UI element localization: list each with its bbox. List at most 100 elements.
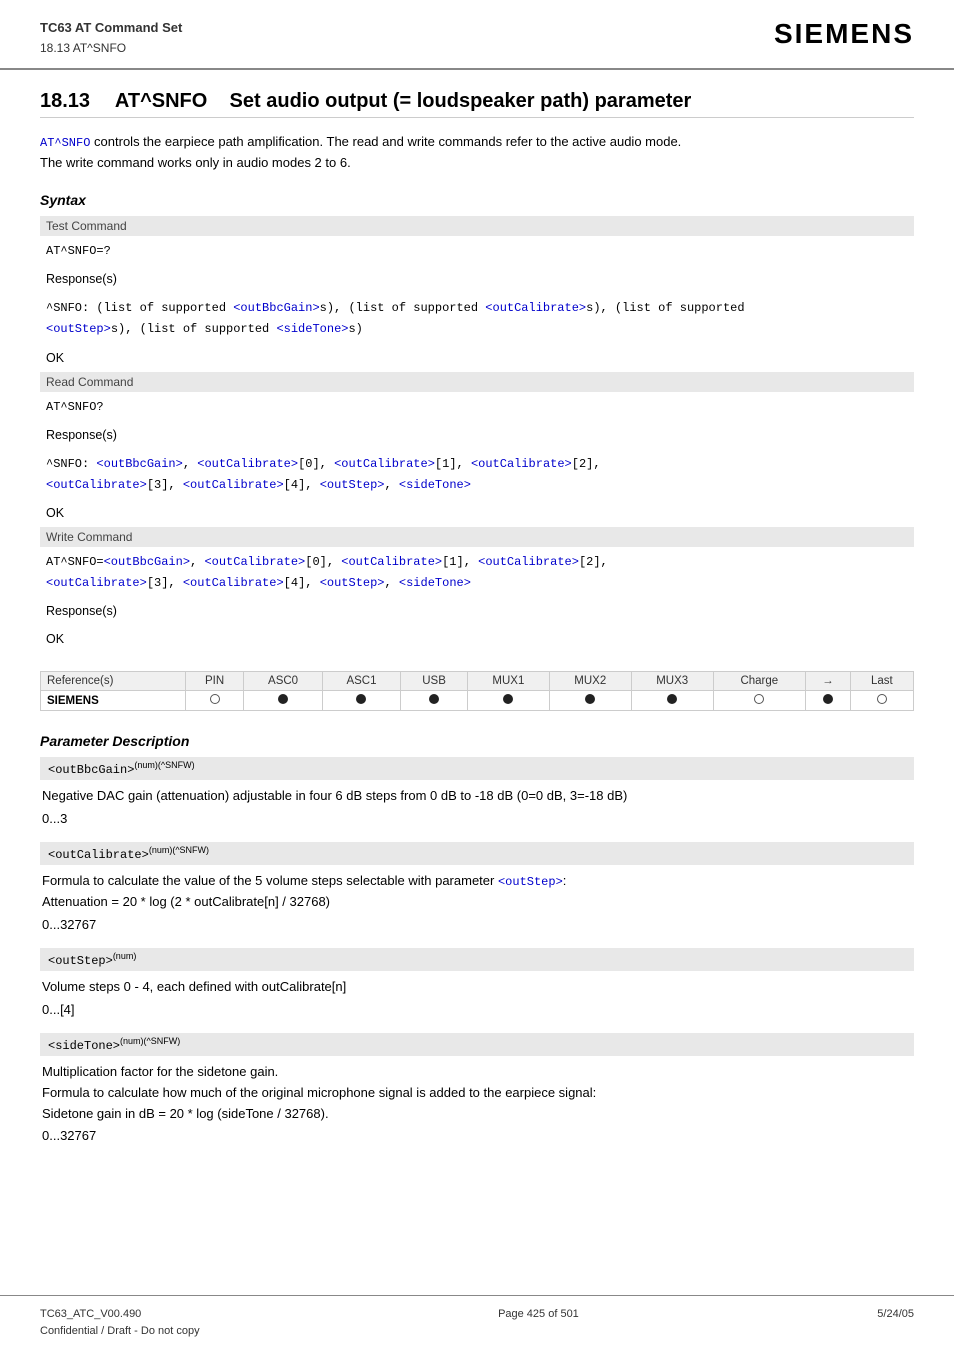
ref-header-row: Reference(s) PIN ASC0 ASC1 USB MUX1 MUX2… xyxy=(41,672,914,691)
param-outStep-label: <outStep>(num) xyxy=(40,948,914,971)
param-outBbcGain-sup: (num)(^SNFW) xyxy=(134,760,194,770)
dot-usb xyxy=(429,694,439,704)
dot-mux3 xyxy=(667,694,677,704)
write-response-label-row: Response(s) xyxy=(40,597,914,625)
command-table: Test Command AT^SNFO=? Response(s) ^SNFO… xyxy=(40,216,914,654)
test-command-label: Test Command xyxy=(40,216,914,236)
write-response-label: Response(s) xyxy=(40,597,914,625)
param-outStep-sup: (num) xyxy=(113,951,137,961)
ref-col-mux1: MUX1 xyxy=(467,672,549,691)
read-command-content: AT^SNFO? xyxy=(40,392,914,421)
ref-arrow-dot xyxy=(806,691,851,711)
write-ok-row: OK xyxy=(40,625,914,653)
main-content: 18.13 AT^SNFO Set audio output (= loudsp… xyxy=(0,70,954,1179)
header-left: TC63 AT Command Set 18.13 AT^SNFO xyxy=(40,18,182,58)
ref-mux2-dot xyxy=(549,691,631,711)
ref-col-mux3: MUX3 xyxy=(631,672,713,691)
read-ok: OK xyxy=(40,499,914,527)
syntax-heading: Syntax xyxy=(40,192,914,208)
test-command-content: AT^SNFO=? xyxy=(40,236,914,265)
dot-mux1 xyxy=(503,694,513,704)
ref-col-arrow: → xyxy=(806,672,851,691)
write-ok: OK xyxy=(40,625,914,653)
param-outCalibrate-label: <outCalibrate>(num)(^SNFW) xyxy=(40,842,914,865)
footer-confidential: Confidential / Draft - Do not copy xyxy=(40,1323,200,1341)
write-command-text: AT^SNFO=<outBbcGain>, <outCalibrate>[0],… xyxy=(40,547,914,597)
ref-data-row: SIEMENS xyxy=(41,691,914,711)
param-sideTone-desc: Multiplication factor for the sidetone g… xyxy=(40,1062,914,1124)
page-header: TC63 AT Command Set 18.13 AT^SNFO SIEMEN… xyxy=(0,0,954,70)
read-response-label-row: Response(s) xyxy=(40,421,914,449)
dot-last xyxy=(877,694,887,704)
param-description-section: Parameter Description <outBbcGain>(num)(… xyxy=(40,733,914,1143)
section-heading: 18.13 AT^SNFO Set audio output (= loudsp… xyxy=(40,90,914,118)
doc-title: TC63 AT Command Set xyxy=(40,18,182,39)
write-command-label: Write Command xyxy=(40,527,914,547)
param-sideTone-label: <sideTone>(num)(^SNFW) xyxy=(40,1033,914,1056)
param-outBbcGain-desc: Negative DAC gain (attenuation) adjustab… xyxy=(40,786,914,807)
test-response-text: ^SNFO: (list of supported <outBbcGain>s)… xyxy=(40,293,914,343)
ref-siemens-label: SIEMENS xyxy=(41,691,186,711)
footer-left: TC63_ATC_V00.490 Confidential / Draft - … xyxy=(40,1306,200,1341)
read-response-text: ^SNFO: <outBbcGain>, <outCalibrate>[0], … xyxy=(40,449,914,499)
read-ok-row: OK xyxy=(40,499,914,527)
read-command-header: Read Command xyxy=(40,372,914,392)
param-outStep-desc: Volume steps 0 - 4, each defined with ou… xyxy=(40,977,914,998)
read-command-code: AT^SNFO? xyxy=(46,400,104,414)
section-number: 18.13 xyxy=(40,90,90,112)
test-ok: OK xyxy=(40,344,914,372)
ref-last-dot xyxy=(850,691,913,711)
ref-pin-dot xyxy=(185,691,244,711)
param-outStep-range: 0...[4] xyxy=(40,1002,914,1017)
ref-charge-dot xyxy=(713,691,805,711)
ref-mux1-dot xyxy=(467,691,549,711)
ref-usb-dot xyxy=(401,691,468,711)
write-command-content: AT^SNFO=<outBbcGain>, <outCalibrate>[0],… xyxy=(40,547,914,597)
param-outBbcGain-label: <outBbcGain>(num)(^SNFW) xyxy=(40,757,914,780)
param-outCalibrate-range: 0...32767 xyxy=(40,917,914,932)
write-command-header: Write Command xyxy=(40,527,914,547)
ref-asc0-dot xyxy=(244,691,322,711)
test-command-code: AT^SNFO=? xyxy=(46,244,111,258)
param-outBbcGain-range: 0...3 xyxy=(40,811,914,826)
ref-col-pin: PIN xyxy=(185,672,244,691)
test-response-row: ^SNFO: (list of supported <outBbcGain>s)… xyxy=(40,293,914,343)
ref-col-asc0: ASC0 xyxy=(244,672,322,691)
footer-doc-id: TC63_ATC_V00.490 xyxy=(40,1306,200,1324)
ref-mux3-dot xyxy=(631,691,713,711)
param-outCalibrate-sup: (num)(^SNFW) xyxy=(149,845,209,855)
read-command-label: Read Command xyxy=(40,372,914,392)
read-command-text: AT^SNFO? xyxy=(40,392,914,421)
dot-pin xyxy=(210,694,220,704)
ref-col-mux2: MUX2 xyxy=(549,672,631,691)
ref-col-asc1: ASC1 xyxy=(322,672,400,691)
page-footer: TC63_ATC_V00.490 Confidential / Draft - … xyxy=(0,1295,954,1351)
ref-col-charge: Charge xyxy=(713,672,805,691)
intro-line2: The write command works only in audio mo… xyxy=(40,155,351,170)
intro-text: AT^SNFO controls the earpiece path ampli… xyxy=(40,132,914,174)
ref-col-last: Last xyxy=(850,672,913,691)
dot-charge xyxy=(754,694,764,704)
read-response-label: Response(s) xyxy=(40,421,914,449)
dot-mux2 xyxy=(585,694,595,704)
section-title: AT^SNFO xyxy=(115,90,207,112)
ref-col-usb: USB xyxy=(401,672,468,691)
param-description-heading: Parameter Description xyxy=(40,733,914,749)
footer-page: Page 425 of 501 xyxy=(498,1306,579,1341)
read-response-row: ^SNFO: <outBbcGain>, <outCalibrate>[0], … xyxy=(40,449,914,499)
param-sideTone-range: 0...32767 xyxy=(40,1128,914,1143)
test-response-label: Response(s) xyxy=(40,265,914,293)
ref-asc1-dot xyxy=(322,691,400,711)
param-outCalibrate-desc: Formula to calculate the value of the 5 … xyxy=(40,871,914,913)
test-command-header: Test Command xyxy=(40,216,914,236)
code-link: AT^SNFO xyxy=(40,136,90,150)
section-ref: 18.13 AT^SNFO xyxy=(40,39,182,58)
dot-arrow xyxy=(823,694,833,704)
ref-col-label: Reference(s) xyxy=(41,672,186,691)
siemens-logo: SIEMENS xyxy=(774,18,914,50)
footer-date: 5/24/05 xyxy=(877,1306,914,1341)
test-response-label-row: Response(s) xyxy=(40,265,914,293)
section-subtitle: Set audio output (= loudspeaker path) pa… xyxy=(230,90,692,112)
test-command-text: AT^SNFO=? xyxy=(40,236,914,265)
dot-asc1 xyxy=(356,694,366,704)
